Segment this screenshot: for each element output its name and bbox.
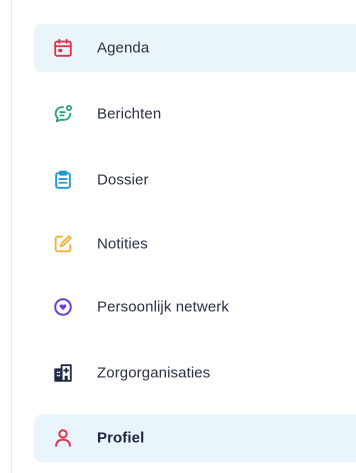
- sidebar-item-profiel[interactable]: Profiel: [34, 414, 356, 462]
- sidebar-item-label: Zorgorganisaties: [97, 364, 211, 382]
- chat-bubble-icon: [52, 103, 74, 125]
- sidebar-item-agenda[interactable]: Agenda: [34, 24, 356, 72]
- navigation-page: Agenda Berichten Dossier Notities Persoo…: [0, 0, 356, 473]
- sidebar-item-dossier[interactable]: Dossier: [34, 156, 356, 204]
- building-icon: [52, 362, 74, 384]
- sidebar-item-zorgorganisaties[interactable]: Zorgorganisaties: [34, 349, 356, 397]
- sidebar-item-label: Persoonlijk netwerk: [97, 298, 229, 316]
- calendar-icon: [52, 37, 74, 59]
- sidebar-item-berichten[interactable]: Berichten: [34, 90, 356, 138]
- sidebar-item-persoonlijk-netwerk[interactable]: Persoonlijk netwerk: [34, 283, 356, 331]
- person-icon: [52, 427, 74, 449]
- sidebar-item-label: Agenda: [97, 39, 150, 57]
- pencil-note-icon: [52, 233, 74, 255]
- sidebar-item-notities[interactable]: Notities: [34, 220, 356, 268]
- sidebar-item-label: Berichten: [97, 105, 162, 123]
- clipboard-icon: [52, 169, 74, 191]
- sidebar-item-label: Dossier: [97, 171, 149, 189]
- sidebar-divider: [11, 0, 12, 473]
- sidebar-item-label: Profiel: [97, 429, 145, 447]
- network-heart-icon: [52, 296, 74, 318]
- sidebar-item-label: Notities: [97, 235, 148, 253]
